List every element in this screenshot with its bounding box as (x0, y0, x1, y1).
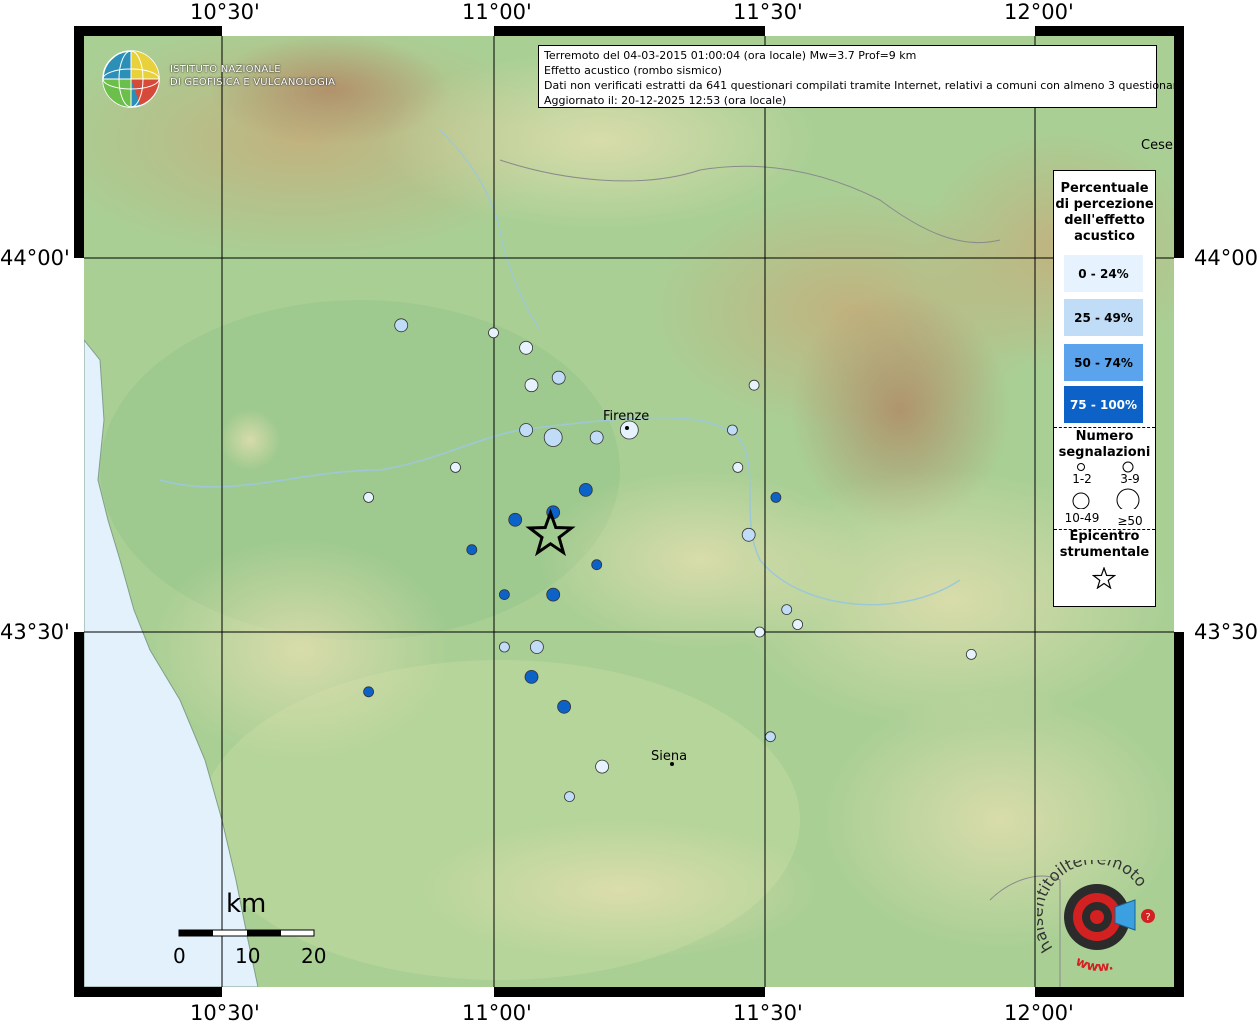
city-label-cesena: Cese (1141, 138, 1173, 153)
badge-url: www. (1073, 954, 1115, 975)
lon-label-bottom-1: 10°30' (190, 1001, 260, 1025)
legend-count-3-9: 3-9 (1120, 472, 1140, 486)
observation-point[interactable] (498, 589, 510, 600)
event-info-line: Aggiornato il: 20-12-2025 12:53 (ora loc… (544, 94, 787, 107)
scale-tick-20: 20 (301, 944, 327, 968)
lat-label-right-1: 44°00' (1194, 246, 1257, 270)
observation-point[interactable] (394, 318, 409, 333)
lon-label-bottom-3: 11°30' (733, 1001, 803, 1025)
observation-point[interactable] (466, 544, 478, 556)
observation-point[interactable] (530, 640, 544, 654)
observation-point[interactable] (524, 378, 539, 393)
legend-count-50plus: ≥50 (1117, 514, 1143, 528)
lon-label-top-2: 11°00' (462, 0, 532, 24)
haisentito-badge-icon[interactable]: ? haisentitoilterremoto.it www. (1037, 860, 1167, 980)
lat-label-left-1: 44°00' (0, 246, 70, 270)
ingv-logo-text: ISTITUTO NAZIONALE DI GEOFISICA E VULCAN… (170, 64, 336, 88)
legend-class-3: 50 - 74% (1064, 344, 1143, 381)
scale-tick-0: 0 (173, 944, 186, 968)
observation-point[interactable] (770, 491, 782, 503)
observation-point[interactable] (363, 491, 375, 503)
legend-count-1-2: 1-2 (1072, 472, 1092, 486)
observation-point[interactable] (792, 619, 803, 630)
lat-label-right-2: 43°30' (1194, 620, 1257, 644)
observation-point[interactable] (595, 759, 609, 774)
lon-label-top-1: 10°30' (190, 0, 260, 24)
observation-point[interactable] (564, 791, 575, 802)
observation-point[interactable] (543, 428, 563, 447)
observation-point[interactable] (578, 482, 593, 497)
observation-point[interactable] (519, 423, 533, 437)
event-info-box: Terremoto del 04-03-2015 01:00:04 (ora l… (538, 45, 1184, 108)
legend-divider (1054, 427, 1155, 428)
observation-point[interactable] (488, 327, 499, 339)
observation-point[interactable] (450, 461, 461, 473)
city-label-firenze: Firenze (603, 409, 650, 424)
observation-point[interactable] (498, 641, 510, 653)
observation-point[interactable] (754, 626, 765, 638)
observation-point[interactable] (591, 559, 603, 571)
observation-point[interactable] (965, 649, 977, 660)
observation-point[interactable] (765, 731, 776, 743)
event-info-line: Effetto acustico (rombo sismico) (544, 64, 722, 77)
observation-point[interactable] (546, 587, 561, 602)
map-legend: Percentuale di percezione dell'effetto a… (1053, 170, 1156, 607)
ingv-globe-icon (102, 50, 160, 108)
legend-epicenter-star-icon (1092, 567, 1116, 589)
legend-class-1: 0 - 24% (1064, 255, 1143, 292)
observation-point[interactable] (508, 512, 523, 527)
observation-point[interactable] (727, 424, 738, 436)
legend-class-2: 25 - 49% (1064, 299, 1143, 336)
observation-point[interactable] (557, 699, 571, 714)
firenze-marker (625, 426, 629, 430)
lon-label-top-3: 11°30' (733, 0, 803, 24)
city-label-siena: Siena (651, 749, 688, 764)
observation-point[interactable] (741, 527, 756, 542)
svg-text:?: ? (1145, 912, 1150, 923)
observation-point[interactable] (363, 686, 375, 698)
event-info-line: Terremoto del 04-03-2015 01:00:04 (ora l… (544, 49, 917, 62)
observation-point[interactable] (524, 670, 539, 684)
scale-tick-10: 10 (235, 944, 261, 968)
observation-point[interactable] (589, 430, 604, 445)
observation-point[interactable] (519, 340, 533, 355)
event-info-line: Dati non verificati estratti da 641 ques… (544, 79, 1184, 92)
lon-label-bottom-4: 12°00' (1004, 1001, 1074, 1025)
observation-point[interactable] (748, 379, 760, 391)
legend-epicenter-title: Epicentro strumentale (1059, 529, 1150, 560)
lon-label-bottom-2: 11°00' (462, 1001, 532, 1025)
legend-title: Percentuale di percezione dell'effetto a… (1055, 181, 1154, 244)
legend-class-4: 75 - 100% (1064, 386, 1143, 423)
observation-point[interactable] (781, 604, 793, 615)
scale-bar (178, 929, 315, 937)
terrain-layer (84, 36, 1174, 987)
legend-count-10-49: 10-49 (1064, 511, 1100, 525)
lat-label-left-2: 43°30' (0, 620, 70, 644)
observation-point[interactable] (732, 461, 744, 473)
observation-point[interactable] (551, 370, 566, 385)
lon-label-top-4: 12°00' (1004, 0, 1074, 24)
scale-unit: km (226, 889, 267, 919)
legend-count-title: Numero segnalazioni (1058, 429, 1151, 460)
